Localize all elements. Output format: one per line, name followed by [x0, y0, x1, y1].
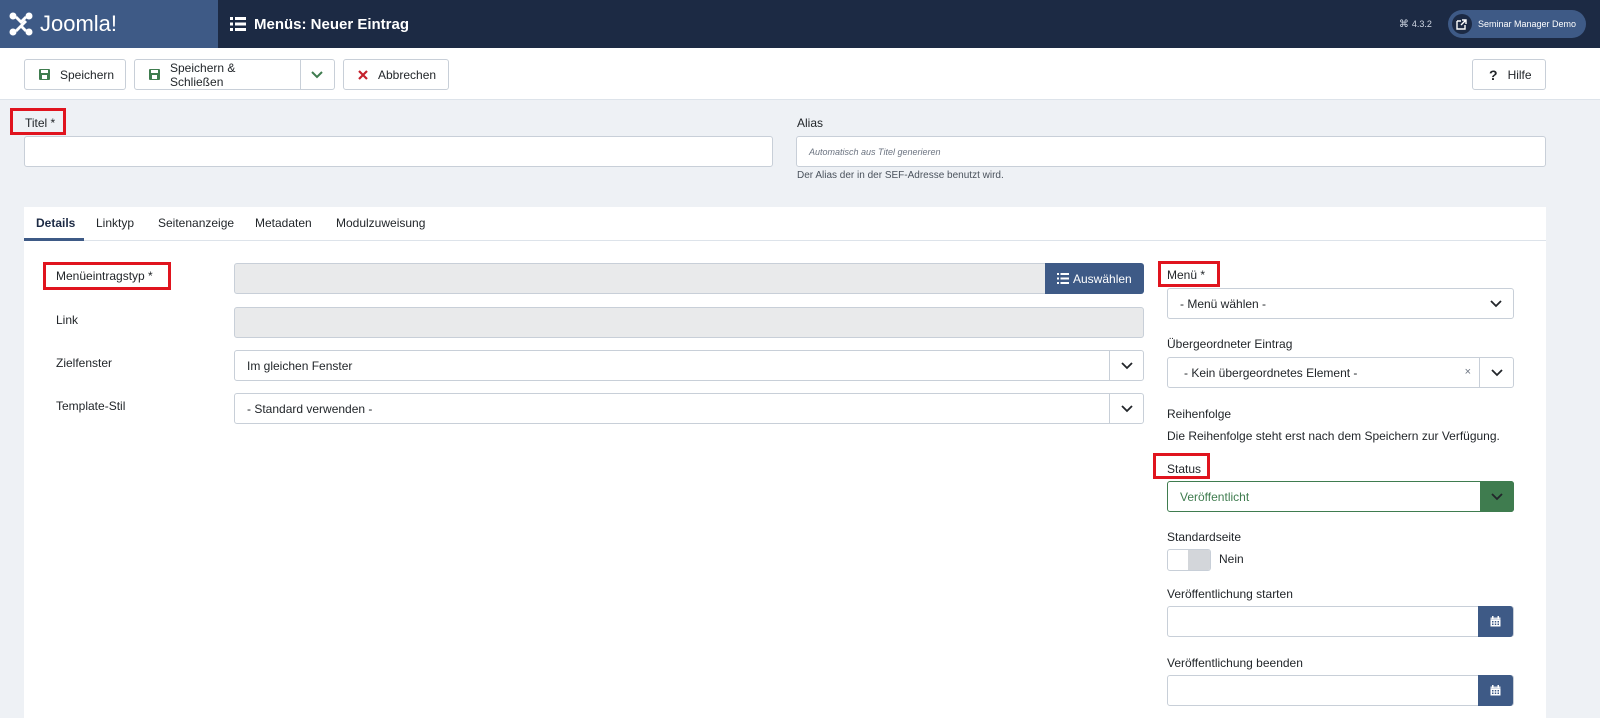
- link-label: Link: [56, 313, 79, 327]
- top-header: Joomla! Menüs: Neuer Eintrag ⌘ 4.3.2 Sem…: [0, 0, 1600, 48]
- active-tab-indicator: [24, 238, 84, 241]
- default-page-value: Nein: [1219, 552, 1244, 566]
- list-icon: [230, 17, 246, 31]
- save-close-label: Speichern & Schließen: [170, 60, 236, 89]
- calendar-button[interactable]: [1478, 675, 1513, 706]
- user-name: Seminar Manager Demo: [1477, 19, 1576, 29]
- menu-item-type-field: [234, 263, 1046, 294]
- alias-placeholder: Automatisch aus Titel generieren: [809, 147, 941, 157]
- tab-details[interactable]: Details: [36, 216, 75, 230]
- publish-down-label: Veröffentlichung beenden: [1167, 656, 1303, 670]
- alias-label: Alias: [797, 116, 824, 130]
- chevron-down-icon: [1480, 481, 1514, 512]
- calendar-button[interactable]: [1478, 606, 1513, 637]
- link-field: [234, 307, 1144, 338]
- template-style-select[interactable]: - Standard verwenden -: [234, 393, 1144, 424]
- order-label: Reihenfolge: [1167, 407, 1232, 421]
- brand-logo[interactable]: Joomla!: [0, 0, 218, 48]
- save-options-dropdown[interactable]: [301, 60, 334, 89]
- cancel-button[interactable]: Abbrechen: [343, 59, 449, 90]
- list-icon: [1057, 273, 1069, 284]
- page-title: Menüs: Neuer Eintrag: [230, 16, 409, 33]
- order-note: Die Reihenfolge steht erst nach dem Spei…: [1167, 429, 1500, 443]
- status-select[interactable]: Veröffentlicht: [1167, 481, 1514, 512]
- tab-modulzuweisung[interactable]: Modulzuweisung: [336, 216, 425, 230]
- highlight-menu: [1158, 261, 1220, 287]
- edit-card: Details Linktyp Seitenanzeige Metadaten …: [24, 207, 1546, 718]
- save-icon: [39, 69, 50, 80]
- highlight-menu-item-type: [43, 262, 171, 290]
- chevron-down-icon: [1109, 394, 1143, 423]
- menu-value: - Menü wählen -: [1180, 296, 1267, 311]
- alias-input[interactable]: Automatisch aus Titel generieren: [796, 136, 1546, 167]
- chevron-down-icon: [1109, 351, 1143, 380]
- default-page-label: Standardseite: [1167, 530, 1242, 544]
- alias-hint: Der Alias der in der SEF-Adresse benutzt…: [797, 170, 1004, 181]
- external-link-icon: [1451, 14, 1472, 34]
- default-page-toggle[interactable]: [1167, 549, 1211, 571]
- help-label: Hilfe: [1507, 67, 1532, 82]
- joomla-small-icon: ⌘: [1398, 18, 1409, 30]
- publish-up-input[interactable]: [1167, 606, 1514, 637]
- target-window-value: Im gleichen Fenster: [247, 358, 353, 373]
- calendar-icon: [1490, 616, 1501, 627]
- template-style-value: - Standard verwenden -: [247, 401, 373, 416]
- brand-name: Joomla!: [40, 11, 118, 36]
- menu-select[interactable]: - Menü wählen -: [1167, 288, 1514, 319]
- parent-item-label: Übergeordneter Eintrag: [1167, 337, 1293, 351]
- chevron-down-icon: [311, 70, 323, 78]
- tab-bar: Details Linktyp Seitenanzeige Metadaten …: [24, 207, 1546, 241]
- publish-down-input[interactable]: [1167, 675, 1514, 706]
- choose-menu-type-button[interactable]: Auswählen: [1045, 263, 1144, 294]
- chevron-down-icon: [1479, 358, 1513, 387]
- version-text: 4.3.2: [1411, 19, 1432, 29]
- tab-metadaten[interactable]: Metadaten: [255, 216, 312, 230]
- title-input[interactable]: [24, 136, 773, 167]
- save-label: Speichern: [60, 67, 115, 82]
- save-close-button-group: Speichern & Schließen: [134, 59, 335, 90]
- tab-linktyp[interactable]: Linktyp: [96, 216, 134, 230]
- close-icon: [358, 69, 368, 80]
- toggle-knob: [1188, 550, 1210, 570]
- save-close-button[interactable]: Speichern & Schließen: [135, 60, 301, 89]
- calendar-icon: [1490, 685, 1501, 696]
- chevron-down-icon: [1479, 289, 1513, 318]
- cancel-label: Abbrechen: [378, 67, 437, 82]
- help-button[interactable]: ? Hilfe: [1472, 59, 1546, 90]
- joomla-logo-icon: [9, 12, 33, 36]
- status-value: Veröffentlicht: [1180, 489, 1250, 504]
- question-icon: ?: [1489, 66, 1498, 83]
- version-badge: ⌘ 4.3.2: [1399, 19, 1432, 30]
- page-title-text: Menüs: Neuer Eintrag: [254, 15, 410, 33]
- save-icon: [149, 69, 160, 80]
- parent-item-value: - Kein übergeordnetes Element -: [1184, 365, 1358, 380]
- target-window-label: Zielfenster: [56, 356, 113, 370]
- highlight-status: [1153, 453, 1210, 479]
- user-menu-button[interactable]: Seminar Manager Demo: [1447, 10, 1586, 38]
- publish-up-label: Veröffentlichung starten: [1167, 587, 1293, 601]
- tab-seitenanzeige[interactable]: Seitenanzeige: [158, 216, 234, 230]
- highlight-title: [10, 108, 66, 135]
- save-button[interactable]: Speichern: [24, 59, 126, 90]
- action-toolbar: Speichern Speichern & Schließen Abbreche…: [0, 48, 1600, 100]
- target-window-select[interactable]: Im gleichen Fenster: [234, 350, 1144, 381]
- choose-label: Auswählen: [1073, 271, 1132, 286]
- parent-item-select[interactable]: - Kein übergeordnetes Element - ×: [1167, 357, 1514, 388]
- clear-icon[interactable]: ×: [1465, 366, 1471, 378]
- template-style-label: Template-Stil: [56, 399, 126, 413]
